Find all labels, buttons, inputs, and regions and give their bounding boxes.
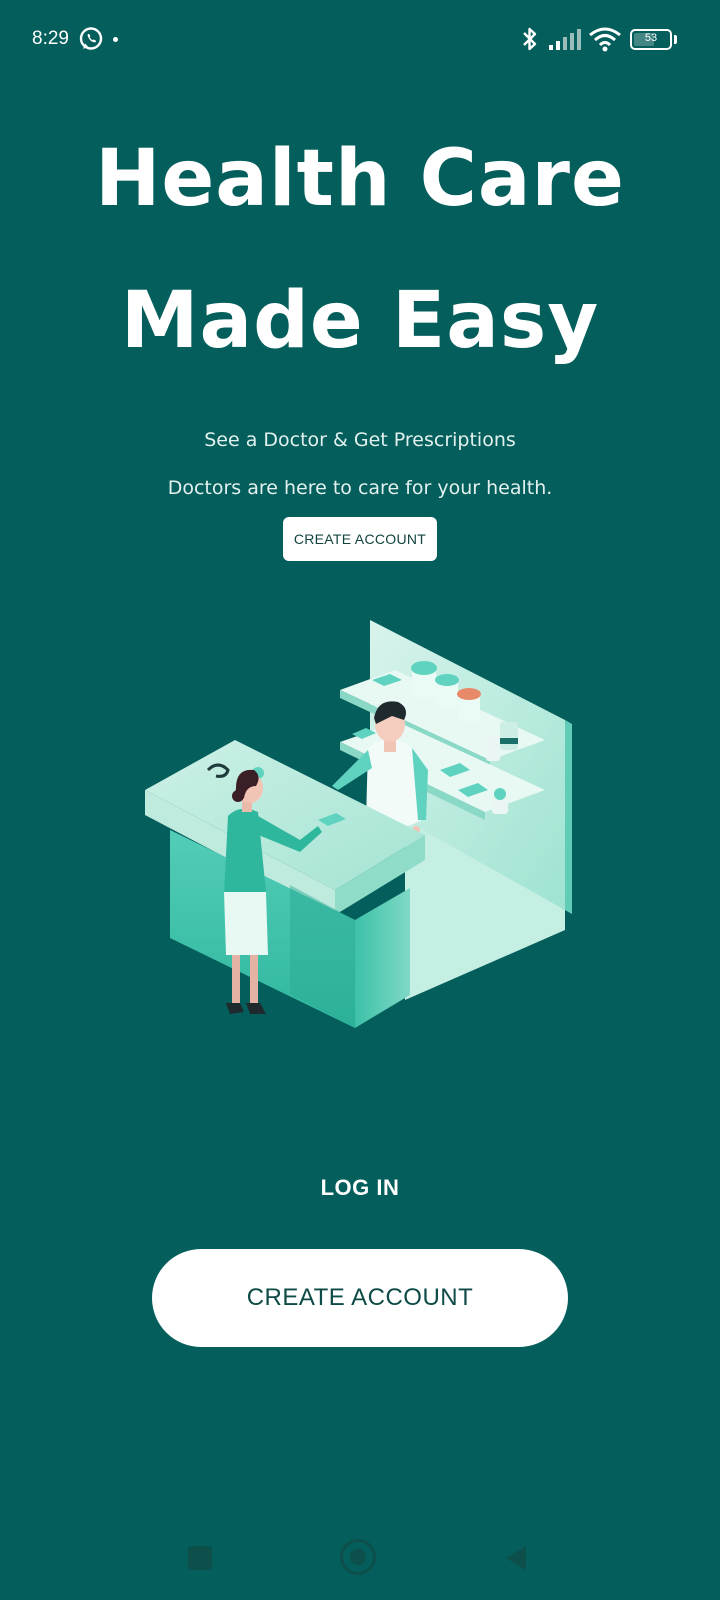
battery-percent: 53 xyxy=(644,32,658,44)
back-icon[interactable] xyxy=(504,1544,528,1572)
status-time: 8:29 xyxy=(32,28,69,49)
status-bar: 8:29 53 xyxy=(0,0,720,80)
system-nav-bar xyxy=(0,1520,720,1600)
home-icon-dot xyxy=(350,1549,366,1565)
hero-subtitle-line1: See a Doctor & Get Prescriptions xyxy=(204,429,516,451)
login-link[interactable]: LOG IN xyxy=(0,1175,720,1201)
pharmacy-illustration xyxy=(145,620,572,1028)
create-account-button-small[interactable]: CREATE ACCOUNT xyxy=(283,517,437,561)
wifi-icon xyxy=(589,27,621,52)
notification-dot xyxy=(113,37,118,42)
whatsapp-icon xyxy=(79,27,103,50)
recents-icon[interactable] xyxy=(188,1546,212,1570)
bluetooth-icon xyxy=(523,27,537,51)
hero-title-line1: Health Care xyxy=(95,134,625,224)
hero-title-line2: Made Easy xyxy=(120,276,600,366)
hero-subtitle-line2: Doctors are here to care for your health… xyxy=(167,477,553,499)
create-account-button[interactable]: CREATE ACCOUNT xyxy=(152,1249,568,1347)
battery-icon: 53 xyxy=(630,29,672,50)
signal-icon xyxy=(549,29,581,50)
battery-cap xyxy=(674,35,677,44)
